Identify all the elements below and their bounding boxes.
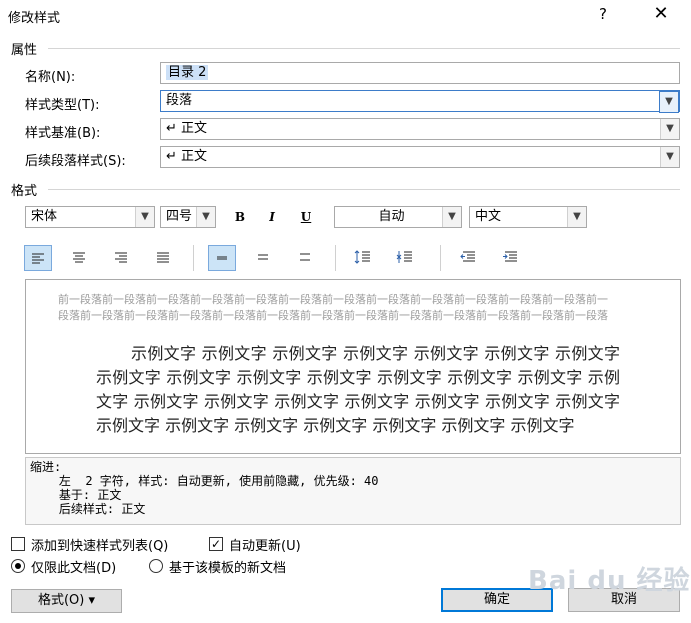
this-document-label[interactable]: 仅限此文档(D)	[31, 557, 116, 576]
style-type-select[interactable]: 段落 ▼	[160, 90, 680, 113]
toolbar-separator	[440, 245, 441, 271]
single-spacing-icon	[217, 256, 227, 260]
increase-indent-icon	[503, 251, 517, 262]
chevron-down-icon[interactable]: ▼	[442, 207, 461, 227]
chevron-down-icon[interactable]: ▼	[567, 207, 586, 227]
style-type-value: 段落	[166, 93, 193, 108]
help-button[interactable]: ?	[590, 5, 616, 27]
chevron-down-icon[interactable]: ▼	[196, 207, 215, 227]
title-bar	[0, 0, 691, 32]
decrease-space-before-button[interactable]	[392, 245, 420, 271]
next-style-label: 后续段落样式(S):	[25, 154, 126, 169]
style-description: 缩进: 左 2 字符, 样式: 自动更新, 使用前隐藏, 优先级: 40 基于:…	[25, 457, 681, 525]
add-to-gallery-checkbox[interactable]	[11, 537, 25, 551]
one-half-spacing-icon	[258, 254, 268, 260]
name-value: 目录 2	[166, 65, 209, 80]
size-select[interactable]: 四号 ▼	[160, 206, 216, 228]
color-select[interactable]: 自动 ▼	[334, 206, 462, 228]
align-left-button[interactable]	[24, 245, 52, 271]
decrease-indent-button[interactable]	[455, 245, 483, 271]
chevron-down-icon[interactable]: ▼	[660, 119, 679, 139]
justify-icon	[157, 252, 169, 263]
bold-button[interactable]: B	[229, 206, 251, 228]
color-value: 自动	[378, 209, 405, 224]
single-spacing-button[interactable]	[208, 245, 236, 271]
font-value: 宋体	[31, 209, 58, 224]
style-type-label: 样式类型(T):	[25, 98, 100, 113]
align-left-icon	[32, 253, 44, 264]
based-on-select[interactable]: ↵ 正文 ▼	[160, 118, 680, 140]
justify-button[interactable]	[150, 245, 178, 271]
toolbar-separator	[335, 245, 336, 271]
chevron-down-icon[interactable]: ▼	[135, 207, 154, 227]
font-select[interactable]: 宋体 ▼	[25, 206, 155, 228]
close-button[interactable]: ✕	[646, 3, 676, 29]
decrease-indent-icon	[460, 251, 475, 262]
language-value: 中文	[475, 209, 502, 224]
one-half-spacing-button[interactable]	[250, 245, 278, 271]
auto-update-checkbox[interactable]: ✓	[209, 537, 223, 551]
based-on-label: 样式基准(B):	[25, 126, 101, 141]
language-select[interactable]: 中文 ▼	[469, 206, 587, 228]
sample-text: 示例文字 示例文字 示例文字 示例文字 示例文字 示例文字 示例文字 示例文字 …	[96, 344, 620, 435]
underline-button[interactable]: U	[295, 206, 317, 228]
new-documents-label[interactable]: 基于该模板的新文档	[169, 557, 286, 576]
italic-button[interactable]: I	[261, 206, 283, 228]
chevron-down-icon[interactable]: ▼	[660, 147, 679, 167]
based-on-value: ↵ 正文	[166, 121, 208, 136]
space-after-icon	[396, 251, 412, 263]
properties-separator	[48, 48, 680, 49]
next-style-select[interactable]: ↵ 正文 ▼	[160, 146, 680, 168]
space-before-icon	[354, 250, 370, 264]
watermark-logo: Bai du 经验	[528, 566, 691, 596]
name-label: 名称(N):	[25, 70, 76, 85]
new-documents-radio[interactable]	[149, 559, 163, 573]
size-value: 四号	[166, 209, 193, 224]
auto-update-label[interactable]: 自动更新(U)	[229, 535, 301, 554]
format-separator	[48, 189, 680, 190]
double-spacing-icon	[300, 253, 310, 261]
increase-space-before-button[interactable]	[350, 245, 378, 271]
name-field[interactable]: 目录 2	[160, 62, 680, 84]
this-document-radio[interactable]	[11, 559, 25, 573]
align-center-icon	[73, 252, 85, 263]
next-style-value: ↵ 正文	[166, 149, 208, 164]
double-spacing-button[interactable]	[292, 245, 320, 271]
increase-indent-button[interactable]	[497, 245, 525, 271]
previous-paragraph-text: 前一段落前一段落前一段落前一段落前一段落前一段落前一段落前一段落前一段落前一段落…	[58, 293, 608, 322]
properties-heading: 属性	[11, 43, 38, 58]
format-heading: 格式	[11, 184, 38, 199]
add-to-gallery-label[interactable]: 添加到快速样式列表(Q)	[31, 535, 168, 554]
align-center-button[interactable]	[66, 245, 94, 271]
align-right-icon	[115, 252, 127, 263]
align-right-button[interactable]	[108, 245, 136, 271]
chevron-down-icon[interactable]: ▼	[659, 91, 679, 113]
toolbar-separator	[193, 245, 194, 271]
format-menu-button[interactable]: 格式(O) ▾	[11, 589, 122, 613]
window-title: 修改样式	[8, 11, 61, 26]
style-preview: 前一段落前一段落前一段落前一段落前一段落前一段落前一段落前一段落前一段落前一段落…	[25, 279, 681, 454]
